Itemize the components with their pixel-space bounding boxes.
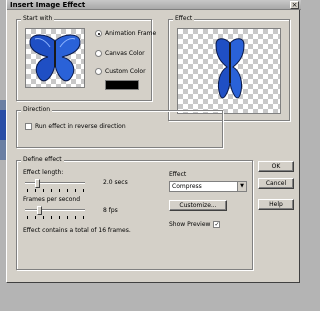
fps-value: 8 fps bbox=[103, 207, 118, 214]
radio-indicator[interactable] bbox=[95, 30, 102, 37]
close-icon: × bbox=[291, 1, 298, 9]
effect-preview-group: Effect bbox=[168, 15, 290, 121]
butterfly-icon bbox=[29, 34, 81, 82]
fps-label: Frames per second bbox=[23, 196, 80, 203]
start-frame-thumbnail bbox=[25, 28, 85, 88]
radio-label: Animation Frame bbox=[105, 30, 157, 37]
custom-color-swatch[interactable] bbox=[105, 80, 139, 90]
close-button[interactable]: × bbox=[290, 1, 299, 9]
dialog-title: Insert Image Effect bbox=[10, 1, 86, 9]
slider-track bbox=[25, 209, 85, 211]
radio-label: Canvas Color bbox=[105, 50, 145, 57]
effect-length-value: 2.0 secs bbox=[103, 179, 128, 186]
start-with-legend: Start with bbox=[21, 15, 55, 22]
fps-slider[interactable] bbox=[25, 206, 85, 220]
effect-length-label: Effect length: bbox=[23, 169, 64, 176]
frame-count-summary: Effect contains a total of 16 frames. bbox=[23, 227, 131, 234]
show-preview-label: Show Preview bbox=[169, 221, 211, 228]
radio-label: Custom Color bbox=[105, 68, 146, 75]
compressed-butterfly-icon bbox=[215, 38, 245, 99]
title-bar[interactable]: Insert Image Effect × bbox=[7, 0, 301, 10]
chevron-down-icon[interactable]: ▼ bbox=[237, 182, 246, 191]
effect-type-select[interactable]: Compress ▼ bbox=[169, 181, 247, 192]
fps-thumb[interactable] bbox=[37, 206, 43, 215]
show-preview-checkbox[interactable]: ✓ bbox=[213, 221, 221, 228]
reverse-direction-checkbox[interactable] bbox=[25, 123, 32, 130]
effect-preview-canvas bbox=[177, 28, 281, 114]
reverse-direction-label: Run effect in reverse direction bbox=[35, 123, 126, 130]
radio-custom-color[interactable]: Custom Color bbox=[95, 68, 146, 75]
cancel-button[interactable]: Cancel bbox=[258, 178, 294, 189]
effect-preview-legend: Effect bbox=[173, 15, 195, 22]
insert-image-effect-dialog: Insert Image Effect × Start with Animati… bbox=[6, 0, 301, 283]
radio-indicator[interactable] bbox=[95, 68, 102, 75]
effect-length-thumb[interactable] bbox=[34, 179, 40, 188]
effect-type-value: Compress bbox=[172, 183, 202, 190]
show-preview-option[interactable]: Show Preview ✓ bbox=[169, 221, 221, 228]
reverse-direction-option[interactable]: Run effect in reverse direction bbox=[25, 123, 126, 130]
radio-indicator[interactable] bbox=[95, 50, 102, 57]
radio-canvas-color[interactable]: Canvas Color bbox=[95, 50, 145, 57]
effect-length-slider[interactable] bbox=[25, 179, 85, 193]
define-effect-group: Define effect Effect length: 2.0 secs Fr… bbox=[16, 156, 253, 270]
start-with-group: Start with Animation Frame Canvas Color … bbox=[16, 15, 156, 101]
help-button[interactable]: Help bbox=[258, 199, 294, 210]
direction-legend: Direction bbox=[21, 106, 53, 113]
ok-button[interactable]: OK bbox=[258, 161, 294, 172]
radio-animation-frame[interactable]: Animation Frame bbox=[95, 30, 156, 37]
effect-type-label: Effect bbox=[169, 171, 187, 178]
customize-button[interactable]: Customize... bbox=[169, 200, 227, 211]
direction-group: Direction Run effect in reverse directio… bbox=[16, 106, 223, 148]
define-effect-legend: Define effect bbox=[21, 156, 64, 163]
